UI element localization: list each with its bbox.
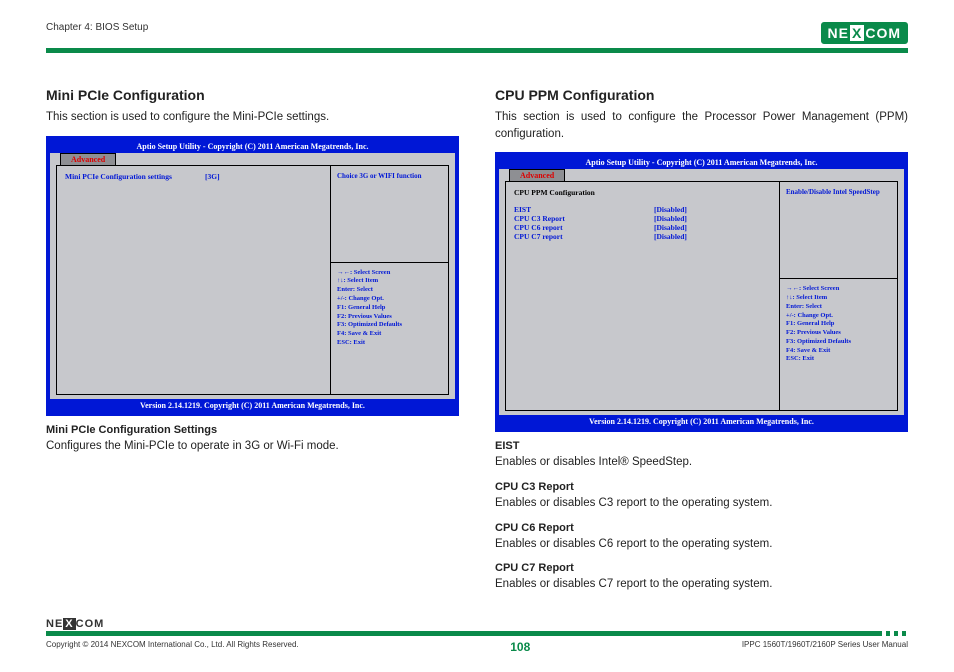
key-help-line: F2: Previous Values [786,329,891,338]
bios-option-label[interactable]: Mini PCIe Configuration settings [65,172,205,181]
header-divider [46,48,908,53]
key-help-line: ESC: Exit [786,355,891,364]
key-help-line: F1: General Help [337,304,442,313]
key-help-line: →←: Select Screen [786,285,891,294]
bios-panel-left: Aptio Setup Utility - Copyright (C) 2011… [46,136,459,416]
bios-option-value[interactable]: [3G] [205,172,220,181]
item-desc: Enables or disables C7 report to the ope… [495,576,908,593]
left-section-desc: This section is used to configure the Mi… [46,109,459,126]
item-head: EIST [495,440,908,452]
key-help-line: ↑↓: Select Item [786,294,891,303]
bios-key-help: →←: Select Screen ↑↓: Select Item Enter:… [780,278,897,370]
page-footer: NEXCOM Copyright © 2014 NEXCOM Internati… [46,618,908,654]
bios-panel-right: Aptio Setup Utility - Copyright (C) 2011… [495,152,908,432]
footer-copyright: Copyright © 2014 NEXCOM International Co… [46,640,299,649]
bios-title: Aptio Setup Utility - Copyright (C) 2011… [50,140,455,153]
bios-footer: Version 2.14.1219. Copyright (C) 2011 Am… [499,415,904,428]
bios-option-label[interactable]: CPU C7 report [514,232,654,241]
bios-key-help: →←: Select Screen ↑↓: Select Item Enter:… [331,262,448,354]
bios-option-value[interactable]: [Disabled] [654,232,687,241]
key-help-line: ESC: Exit [337,339,442,348]
right-section-desc: This section is used to configure the Pr… [495,109,908,142]
footer-logo: NEXCOM [46,618,908,630]
logo-x: X [850,25,864,41]
bios-title: Aptio Setup Utility - Copyright (C) 2011… [499,156,904,169]
bios-hint: Enable/Disable Intel SpeedStep [780,182,897,278]
key-help-line: F3: Optimized Defaults [786,338,891,347]
bios-option-label[interactable]: CPU C3 Report [514,214,654,223]
left-section-title: Mini PCIe Configuration [46,87,459,103]
right-column: CPU PPM Configuration This section is us… [495,87,908,603]
bios-option-label[interactable]: EIST [514,205,654,214]
item-head: CPU C6 Report [495,522,908,534]
bios-tab-advanced[interactable]: Advanced [60,153,116,165]
bios-footer: Version 2.14.1219. Copyright (C) 2011 Am… [50,399,455,412]
key-help-line: F4: Save & Exit [337,330,442,339]
bios-option-value[interactable]: [Disabled] [654,223,687,232]
key-help-line: F4: Save & Exit [786,347,891,356]
brand-logo: NEXCOM [821,22,908,44]
bios-heading: CPU PPM Configuration [514,188,771,197]
item-desc: Enables or disables Intel® SpeedStep. [495,454,908,471]
bios-hint: Choice 3G or WIFI function [331,166,448,262]
key-help-line: F3: Optimized Defaults [337,321,442,330]
logo-post: COM [865,25,901,41]
chapter-label: Chapter 4: BIOS Setup [46,22,148,33]
key-help-line: +/-: Change Opt. [337,295,442,304]
left-subdesc: Configures the Mini-PCIe to operate in 3… [46,438,459,455]
key-help-line: Enter: Select [786,303,891,312]
key-help-line: Enter: Select [337,286,442,295]
item-desc: Enables or disables C3 report to the ope… [495,495,908,512]
item-head: CPU C3 Report [495,481,908,493]
logo-pre: NE [828,25,849,41]
bios-option-label[interactable]: CPU C6 report [514,223,654,232]
page-number: 108 [510,640,530,654]
item-desc: Enables or disables C6 report to the ope… [495,536,908,553]
left-column: Mini PCIe Configuration This section is … [46,87,459,603]
bios-option-value[interactable]: [Disabled] [654,205,687,214]
left-subhead: Mini PCIe Configuration Settings [46,424,459,436]
right-section-title: CPU PPM Configuration [495,87,908,103]
key-help-line: →←: Select Screen [337,269,442,278]
footer-manual: IPPC 1560T/1960T/2160P Series User Manua… [742,640,908,649]
key-help-line: F1: General Help [786,320,891,329]
key-help-line: +/-: Change Opt. [786,312,891,321]
bios-option-value[interactable]: [Disabled] [654,214,687,223]
key-help-line: ↑↓: Select Item [337,277,442,286]
key-help-line: F2: Previous Values [337,313,442,322]
item-head: CPU C7 Report [495,562,908,574]
bios-tab-advanced[interactable]: Advanced [509,169,565,181]
